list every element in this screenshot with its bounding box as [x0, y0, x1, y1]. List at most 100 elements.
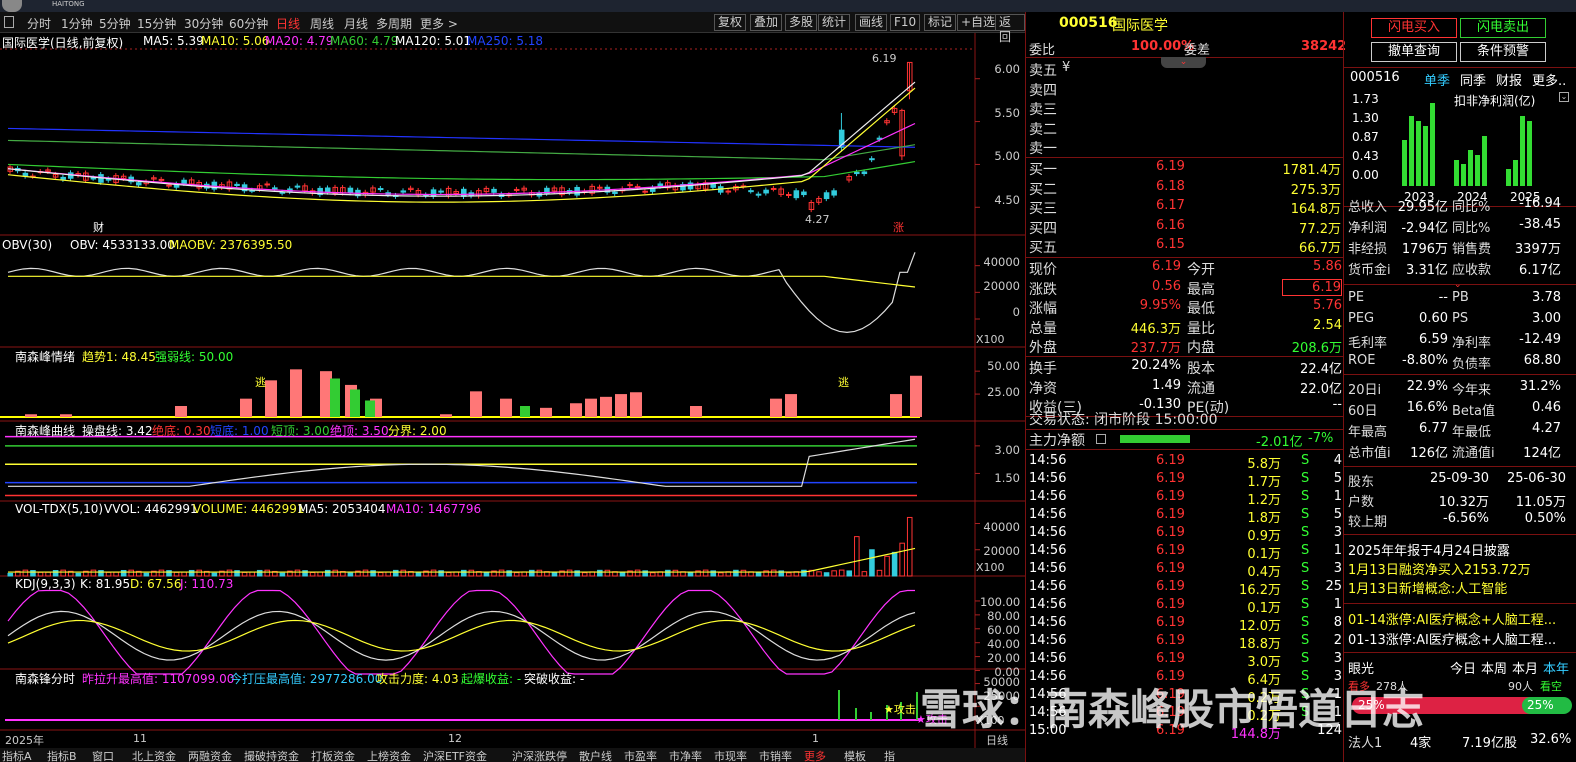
- fin-tab-2[interactable]: 财报: [1496, 70, 1522, 89]
- fin-news-0[interactable]: 2025年年报于4月24日披露: [1348, 540, 1510, 559]
- vol-bar: [702, 569, 709, 577]
- cancel-query-button[interactable]: 撤单查询: [1371, 42, 1457, 62]
- divider: [1026, 356, 1344, 357]
- bottom-tab-4[interactable]: 两融资金: [188, 748, 232, 762]
- period-9[interactable]: 多周期: [376, 15, 412, 32]
- candle-body: [823, 192, 830, 200]
- bottom-tab-7[interactable]: 上榜资金: [367, 748, 411, 762]
- stat-v-2: 9.95%: [1139, 298, 1181, 313]
- ma250-line: [7, 127, 916, 148]
- fin-tab-3[interactable]: 更多..: [1532, 70, 1566, 89]
- bottom-tab-9[interactable]: 沪深涨跌停: [512, 748, 567, 762]
- fin-limit-1[interactable]: 01-13涨停:AI医疗概念+人脑工程...: [1348, 629, 1556, 648]
- fin-rows1-3-1: 3.31亿: [1406, 263, 1448, 278]
- stat-v-3: 446.3万: [1130, 321, 1181, 337]
- period-5[interactable]: 60分钟: [229, 15, 268, 32]
- fin-bar: [1402, 140, 1407, 186]
- chart-canvas[interactable]: [0, 33, 1025, 748]
- alert-button[interactable]: 条件预警: [1460, 42, 1546, 62]
- fin-news-2[interactable]: 1月13日新增概念:人工智能: [1348, 578, 1507, 597]
- period-7[interactable]: 周线: [310, 15, 334, 32]
- period-10[interactable]: 更多 >: [420, 15, 458, 32]
- vol-bar: [876, 569, 883, 577]
- bottom-tab-16[interactable]: 模板: [844, 748, 866, 762]
- fin-rows1-0-2: 同比%: [1452, 200, 1491, 215]
- fin-tab-0[interactable]: 单季: [1424, 70, 1450, 89]
- stat-l2-3: 量比: [1187, 320, 1215, 337]
- tick-bs-1: S: [1301, 471, 1310, 486]
- period-3[interactable]: 15分钟: [137, 15, 176, 32]
- vol-bar: [362, 569, 369, 577]
- collapse-icon[interactable]: ⌄: [1161, 57, 1206, 68]
- fin-news-1[interactable]: 1月13日融资净买入2153.72万: [1348, 559, 1531, 578]
- tool-button-4[interactable]: 画线: [855, 14, 888, 31]
- fin-period-1[interactable]: 本周: [1481, 658, 1507, 677]
- tick-n-10: 2: [1333, 633, 1342, 648]
- period-4[interactable]: 30分钟: [184, 15, 223, 32]
- bottom-tab-1[interactable]: 指标B: [47, 748, 77, 762]
- vol-bar: [324, 569, 331, 577]
- tick-vol-9: 12.0万: [1239, 619, 1281, 634]
- fin-limit-0[interactable]: 01-14涨停:AI医疗概念+人脑工程...: [1348, 609, 1556, 628]
- flash-buy-button[interactable]: 闪电买入: [1371, 18, 1457, 38]
- fin-rows2-1-0: PEG: [1348, 311, 1375, 326]
- bottom-tab-2[interactable]: 窗口: [92, 748, 114, 762]
- ma120-line: [7, 139, 916, 161]
- bottom-tab-15[interactable]: 更多: [804, 748, 826, 762]
- period-0[interactable]: 分时: [27, 15, 51, 32]
- fin-period-2[interactable]: 本月: [1512, 658, 1538, 677]
- vol-bar: [445, 572, 452, 577]
- bottom-tab-17[interactable]: 指: [884, 748, 895, 762]
- vol-bar: [649, 572, 656, 577]
- bottom-tab-5[interactable]: 撮破持资金: [244, 748, 299, 762]
- period-2[interactable]: 5分钟: [99, 15, 131, 32]
- bottom-tab-14[interactable]: 市销率: [759, 748, 792, 762]
- bottom-tab-11[interactable]: 市盈率: [624, 748, 657, 762]
- bottom-tab-3[interactable]: 北上资金: [132, 748, 176, 762]
- tool-button-8[interactable]: 返回: [995, 14, 1025, 44]
- tool-button-0[interactable]: 复权: [714, 14, 747, 31]
- stat2-v-0: 20.24%: [1131, 358, 1181, 373]
- bottom-tab-10[interactable]: 散户线: [579, 748, 612, 762]
- stat-v-1: 0.56: [1152, 278, 1181, 294]
- window-icon[interactable]: [4, 16, 14, 28]
- fin-tab-1[interactable]: 同季: [1460, 70, 1486, 89]
- period-1[interactable]: 1分钟: [61, 15, 93, 32]
- buy-label-0: 买一: [1029, 162, 1057, 178]
- stat2-v2-0: 22.4亿: [1300, 362, 1342, 377]
- tool-button-6[interactable]: 标记: [924, 14, 957, 31]
- bottom-tab-6[interactable]: 打板资金: [311, 748, 355, 762]
- period-8[interactable]: 月线: [344, 15, 368, 32]
- bottom-tab-13[interactable]: 市现率: [714, 748, 747, 762]
- chevron-down-icon-2[interactable]: ⌄: [1454, 280, 1462, 290]
- tool-button-7[interactable]: +自选: [957, 14, 1000, 31]
- vol-bar: [838, 569, 845, 577]
- vol-bar: [823, 572, 830, 577]
- fin-period-3[interactable]: 本年: [1543, 658, 1569, 677]
- list-icon[interactable]: [1096, 434, 1106, 444]
- chevron-down-icon[interactable]: ⌄: [1559, 92, 1569, 102]
- emo-bar: [910, 375, 922, 417]
- vol-bar: [37, 571, 44, 577]
- fin-period-0[interactable]: 今日: [1450, 658, 1476, 677]
- tool-button-2[interactable]: 多股: [785, 14, 818, 31]
- tool-button-3[interactable]: 统计: [818, 14, 851, 31]
- vol-bar: [332, 569, 339, 577]
- tool-button-5[interactable]: F10: [890, 14, 921, 31]
- vol-bar: [733, 569, 739, 577]
- fin-cnt2: 90人: [1508, 680, 1533, 693]
- buy-price-1: 6.18: [1156, 178, 1185, 194]
- flash-sell-button[interactable]: 闪电卖出: [1460, 18, 1546, 38]
- tick-vol-7: 16.2万: [1239, 583, 1281, 598]
- quote-name: 国际医学: [1112, 18, 1168, 34]
- bottom-tab-12[interactable]: 市净率: [669, 748, 702, 762]
- candle-body: [347, 187, 354, 194]
- bottom-tab-8[interactable]: 沪深ETF资金: [423, 748, 487, 762]
- vol-bar: [302, 570, 308, 577]
- fin-r4-b-0: 25-06-30: [1506, 471, 1566, 486]
- bottom-tab-0[interactable]: 指标A: [2, 748, 32, 762]
- candle-body: [272, 187, 278, 190]
- period-6[interactable]: 日线: [276, 15, 300, 32]
- fin-rows3-0-0: 20日i: [1348, 383, 1382, 398]
- tool-button-1[interactable]: 叠加: [750, 14, 783, 31]
